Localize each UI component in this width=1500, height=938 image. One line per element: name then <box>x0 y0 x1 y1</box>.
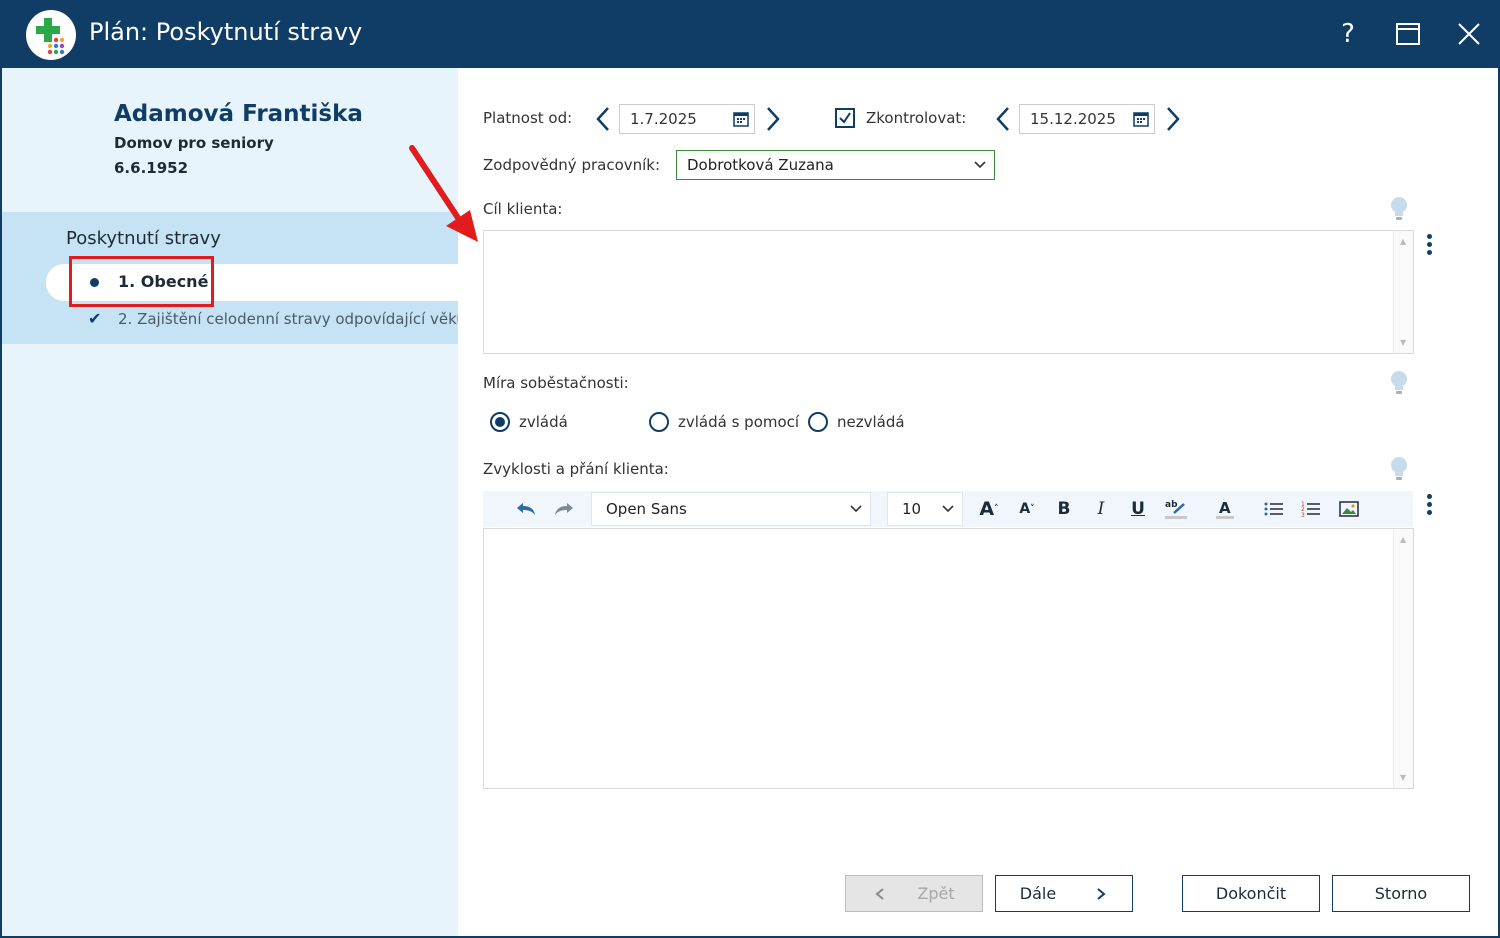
chevron-down-icon[interactable] <box>941 502 955 516</box>
next-button-label: Dále <box>1019 884 1057 903</box>
selfcare-radio-not-manages[interactable] <box>808 412 828 432</box>
check-checkbox[interactable] <box>835 108 855 128</box>
svg-text:3: 3 <box>1301 512 1305 518</box>
habits-editor-area[interactable]: ▲ ▼ <box>483 528 1414 789</box>
scroll-up-icon[interactable]: ▲ <box>1400 237 1406 246</box>
selfcare-label: Míra soběstačnosti: <box>483 374 629 392</box>
goal-more-icon[interactable] <box>1426 234 1434 258</box>
chevron-left-icon <box>875 887 885 900</box>
chevron-down-icon[interactable] <box>973 158 987 172</box>
redo-icon <box>555 503 573 515</box>
valid-from-label: Platnost od: <box>483 109 573 127</box>
habits-more-icon[interactable] <box>1426 494 1434 518</box>
underline-icon[interactable]: U <box>1126 491 1150 527</box>
selfcare-radio-manages[interactable] <box>490 412 510 432</box>
font-family-select[interactable]: Open Sans <box>591 492 871 526</box>
numbered-list-icon[interactable]: 123 <box>1299 491 1323 527</box>
calendar-icon[interactable] <box>733 111 749 127</box>
back-button-label: Zpět <box>917 884 955 903</box>
redo-button[interactable] <box>551 491 577 527</box>
svg-text:ab: ab <box>1165 500 1178 510</box>
help-button[interactable]: ? <box>1328 14 1368 54</box>
goal-textarea[interactable]: ▲ ▼ <box>483 230 1414 354</box>
font-color-icon[interactable]: A <box>1212 491 1238 527</box>
nav-item-meals-label[interactable]: 2. Zajištění celodenní stravy odpovídají… <box>118 310 458 328</box>
bullets-icon <box>1264 502 1283 516</box>
cancel-button[interactable]: Storno <box>1332 875 1470 912</box>
bold-icon[interactable]: B <box>1052 491 1076 527</box>
worker-label: Zodpovědný pracovník: <box>483 156 661 174</box>
app-logo-icon <box>26 10 76 60</box>
calendar-icon[interactable] <box>1133 111 1149 127</box>
finish-button[interactable]: Dokončit <box>1182 875 1320 912</box>
italic-icon[interactable]: I <box>1089 491 1113 527</box>
valid-from-prev-icon[interactable] <box>593 104 613 134</box>
font-color-letter-icon: A <box>1216 499 1234 519</box>
selfcare-option-label: nezvládá <box>837 413 905 431</box>
chevron-down-icon[interactable] <box>849 502 863 516</box>
checkmark-icon <box>839 112 851 124</box>
undo-icon <box>517 503 535 515</box>
worker-select[interactable]: Dobrotková Zuzana <box>676 150 995 180</box>
hint-bulb-icon[interactable] <box>1389 195 1409 223</box>
close-button[interactable] <box>1449 14 1489 54</box>
scroll-down-icon[interactable]: ▼ <box>1400 773 1406 782</box>
next-button[interactable]: Dále <box>995 875 1133 912</box>
undo-button[interactable] <box>513 491 539 527</box>
window-title: Plán: Poskytnutí stravy <box>89 18 363 46</box>
goal-label: Cíl klienta: <box>483 200 563 218</box>
hint-bulb-icon[interactable] <box>1389 455 1409 483</box>
annotation-highlight-box <box>69 256 214 307</box>
title-bar: Plán: Poskytnutí stravy ? <box>0 0 1500 68</box>
annotation-arrow-icon <box>409 145 478 242</box>
scroll-up-icon[interactable]: ▲ <box>1400 535 1406 544</box>
selfcare-option-label: zvládá <box>519 413 568 431</box>
selfcare-radio-with-help[interactable] <box>649 412 669 432</box>
highlight-pen-icon: ab <box>1165 500 1187 519</box>
valid-from-next-icon[interactable] <box>763 104 783 134</box>
hint-bulb-icon[interactable] <box>1389 369 1409 397</box>
habits-label: Zvyklosti a přání klienta: <box>483 460 669 478</box>
check-date-prev-icon[interactable] <box>993 104 1013 134</box>
chevron-right-icon <box>1097 887 1106 900</box>
check-date-next-icon[interactable] <box>1163 104 1183 134</box>
image-icon <box>1339 501 1359 517</box>
check-label: Zkontrolovat: <box>866 109 967 127</box>
window-frame <box>0 68 2 938</box>
client-organization: Domov pro seniory <box>114 134 274 152</box>
goal-scrollbar[interactable]: ▲ ▼ <box>1393 231 1413 353</box>
maximize-icon <box>1396 23 1420 45</box>
svg-text:A: A <box>1219 499 1231 517</box>
bullet-list-icon[interactable] <box>1262 491 1286 527</box>
done-check-icon: ✔ <box>88 309 102 328</box>
nav-heading: Poskytnutí stravy <box>66 228 221 249</box>
shrink-font-icon[interactable]: A ˅ <box>1014 491 1040 527</box>
close-icon <box>1458 23 1480 45</box>
back-button[interactable]: Zpět <box>845 875 983 912</box>
client-name: Adamová Františka <box>114 101 363 127</box>
grow-font-icon[interactable]: A ˄ <box>976 491 1002 527</box>
habits-scrollbar[interactable]: ▲ ▼ <box>1393 529 1413 788</box>
client-birth-date: 6.6.1952 <box>114 159 189 177</box>
scroll-down-icon[interactable]: ▼ <box>1400 338 1406 347</box>
highlight-icon[interactable]: ab <box>1162 491 1190 527</box>
sidebar <box>0 68 458 938</box>
maximize-button[interactable] <box>1388 14 1428 54</box>
insert-image-icon[interactable] <box>1337 491 1361 527</box>
numbers-icon: 123 <box>1301 501 1320 518</box>
selfcare-option-label: zvládá s pomocí <box>678 413 800 431</box>
